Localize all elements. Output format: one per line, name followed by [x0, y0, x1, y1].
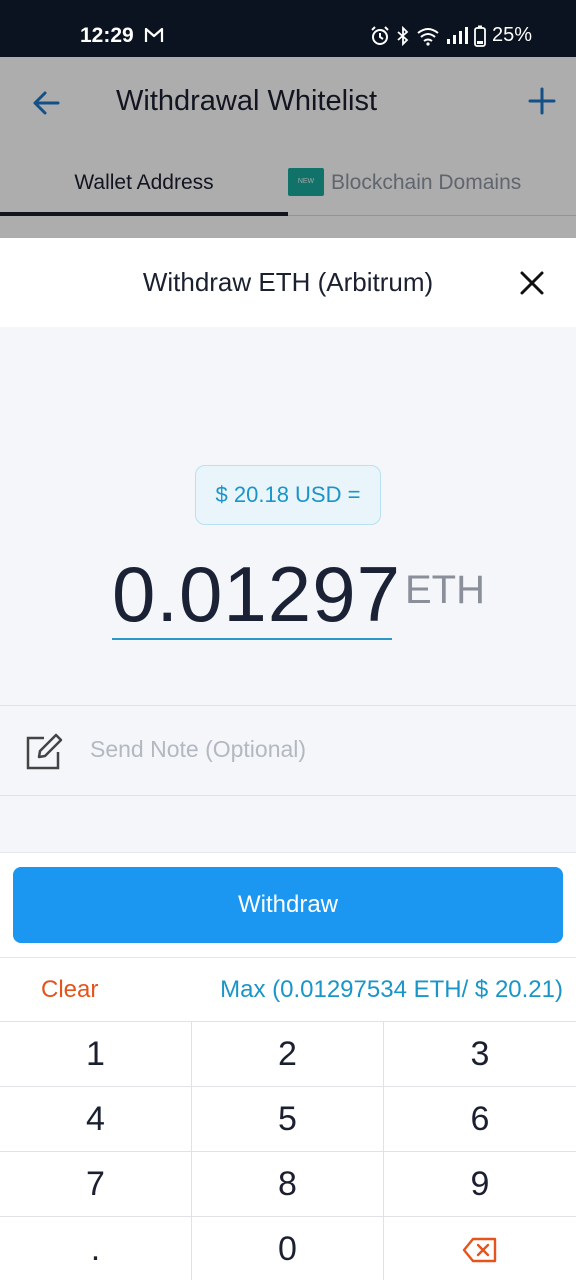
key-8[interactable]: 8	[192, 1152, 384, 1217]
close-icon[interactable]	[518, 269, 546, 297]
bluetooth-icon	[397, 25, 409, 46]
key-9[interactable]: 9	[384, 1152, 576, 1217]
sheet-actions: Withdraw Clear Max (0.01297534 ETH/ $ 20…	[0, 852, 576, 1280]
backspace-icon	[462, 1237, 497, 1262]
gmail-icon	[144, 27, 164, 42]
key-3[interactable]: 3	[384, 1022, 576, 1087]
send-note-placeholder: Send Note (Optional)	[90, 736, 307, 762]
numeric-keypad: 1 2 3 4 5 6 7 8 9 . 0	[0, 1022, 576, 1280]
backspace-key[interactable]	[384, 1217, 576, 1280]
key-7[interactable]: 7	[0, 1152, 192, 1217]
key-1[interactable]: 1	[0, 1022, 192, 1087]
withdraw-button[interactable]: Withdraw	[13, 867, 563, 943]
clear-button[interactable]: Clear	[41, 976, 98, 1004]
alarm-icon	[371, 25, 389, 45]
wifi-icon	[417, 27, 439, 46]
sheet-header: Withdraw ETH (Arbitrum)	[0, 238, 576, 327]
status-icons: 25%	[370, 24, 532, 47]
amount-unit: ETH	[405, 568, 485, 612]
battery-icon	[474, 25, 486, 47]
edit-note-icon	[26, 733, 63, 770]
key-decimal[interactable]: .	[0, 1217, 192, 1280]
key-0[interactable]: 0	[192, 1217, 384, 1280]
key-6[interactable]: 6	[384, 1087, 576, 1152]
sheet-title: Withdraw ETH (Arbitrum)	[142, 267, 434, 297]
key-2[interactable]: 2	[192, 1022, 384, 1087]
status-bar: 12:29 25%	[0, 0, 576, 57]
modal-scrim[interactable]	[0, 57, 576, 238]
amount-input[interactable]: 0.01297	[112, 548, 400, 640]
send-note-field[interactable]: Send Note (Optional)	[0, 705, 576, 796]
key-4[interactable]: 4	[0, 1087, 192, 1152]
quick-actions: Clear Max (0.01297534 ETH/ $ 20.21)	[0, 957, 576, 1022]
key-5[interactable]: 5	[192, 1087, 384, 1152]
signal-icon	[446, 26, 468, 44]
withdraw-sheet: Withdraw ETH (Arbitrum) $ 20.18 USD = 0.…	[0, 238, 576, 1280]
battery-percent: 25%	[491, 24, 532, 46]
max-button[interactable]: Max (0.01297534 ETH/ $ 20.21)	[220, 976, 563, 1004]
status-time: 12:29	[80, 24, 134, 47]
usd-value-toggle[interactable]: $ 20.18 USD =	[195, 465, 381, 525]
